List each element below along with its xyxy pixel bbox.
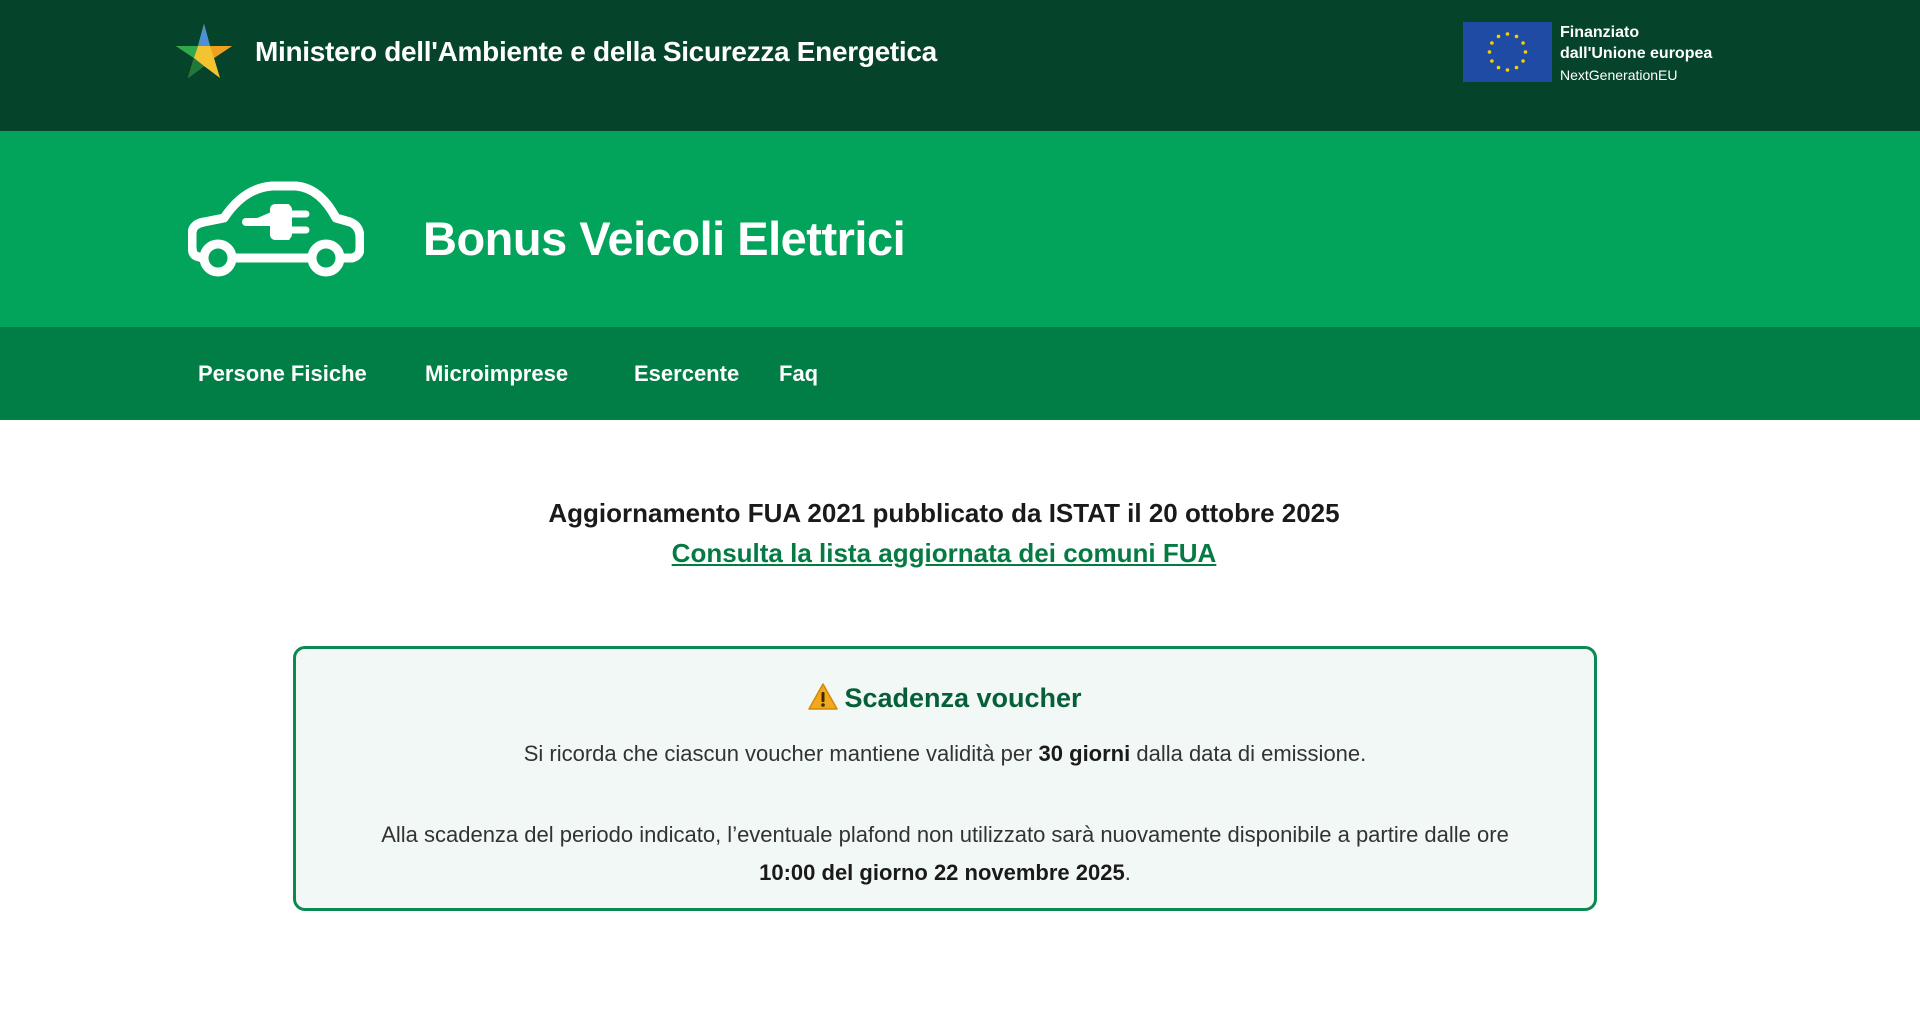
notice-p2-text: Alla scadenza del periodo indicato, l’ev…: [381, 822, 1509, 847]
notice-p1-text: Si ricorda che ciascun voucher mantiene …: [523, 741, 1039, 766]
update-announcement: Aggiornamento FUA 2021 pubblicato da IST…: [548, 498, 1340, 528]
eu-line-1: Finanziato: [1560, 24, 1640, 41]
ministry-name[interactable]: Ministero dell'Ambiente e della Sicurezz…: [255, 36, 937, 68]
electric-car-icon: [188, 181, 364, 277]
nav-microimprese[interactable]: Microimprese: [425, 361, 568, 387]
notice-p1-end: dalla data di emissione.: [1130, 741, 1367, 766]
eu-line-3: NextGenerationEU: [1560, 67, 1678, 83]
voucher-expiry-notice: Scadenza voucher Si ricorda che ciascun …: [293, 646, 1597, 911]
notice-paragraph-2: Alla scadenza del periodo indicato, l’ev…: [296, 816, 1594, 892]
notice-title: Scadenza voucher: [844, 683, 1082, 713]
nav-persone-fisiche[interactable]: Persone Fisiche: [198, 361, 367, 387]
ministry-logo[interactable]: [174, 22, 234, 80]
fua-list-link[interactable]: Consulta la lista aggiornata dei comuni …: [0, 538, 1888, 569]
notice-header: Scadenza voucher: [296, 683, 1594, 714]
app-title: Bonus Veicoli Elettrici: [423, 212, 906, 265]
notice-paragraph-1: Si ricorda che ciascun voucher mantiene …: [296, 741, 1594, 767]
nav-esercente[interactable]: Esercente: [634, 361, 739, 387]
eu-funding-label: Finanziato dall'Unione europea NextGener…: [1560, 22, 1712, 86]
warning-icon: [808, 683, 839, 710]
nav-faq[interactable]: Faq: [779, 361, 818, 387]
eu-line-2: dall'Unione europea: [1560, 45, 1713, 62]
notice-p2-bold: 10:00 del giorno 22 novembre 2025: [759, 860, 1125, 885]
notice-p2-end: .: [1124, 860, 1131, 885]
notice-p1-bold: 30 giorni: [1038, 741, 1131, 766]
eu-flag-icon: [1463, 22, 1552, 82]
